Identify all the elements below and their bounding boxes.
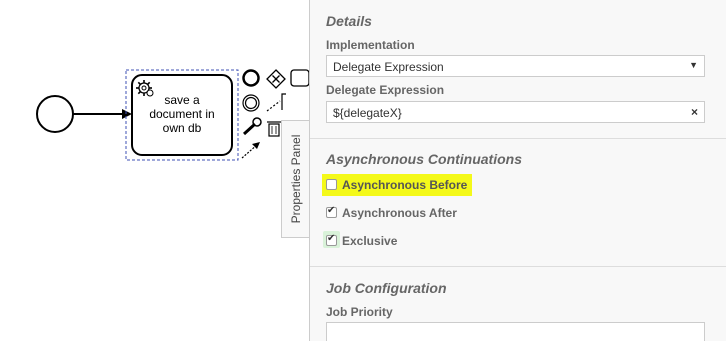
async-after-row[interactable]: Asynchronous After	[326, 205, 526, 223]
append-intermediate-event-icon[interactable]	[242, 94, 260, 112]
append-task-icon[interactable]	[290, 69, 310, 87]
wrench-icon[interactable]	[242, 117, 262, 136]
start-event[interactable]	[36, 95, 74, 133]
async-before-row[interactable]: Asynchronous Before	[322, 174, 526, 196]
implementation-select-value: Delegate Expression	[333, 60, 444, 74]
async-before-checkbox[interactable]	[326, 179, 337, 190]
task-label-line2: document in	[149, 107, 214, 121]
details-group: Details Implementation Delegate Expressi…	[310, 0, 726, 138]
connect-icon[interactable]	[241, 142, 260, 159]
properties-panel-toggle[interactable]: Properties Panel	[281, 120, 310, 238]
async-after-checkbox[interactable]	[326, 205, 337, 218]
task-label-line1: save a	[164, 93, 200, 107]
task-label-line3: own db	[163, 121, 202, 135]
job-configuration-group: Job Configuration Job Priority	[310, 266, 726, 341]
async-after-label: Asynchronous After	[342, 206, 457, 220]
bpmn-canvas[interactable]: save a document in own db	[0, 0, 310, 341]
delegate-expression-value: ${delegateX}	[333, 106, 402, 120]
trash-icon[interactable]	[267, 121, 281, 137]
chevron-down-icon: ▼	[689, 60, 698, 70]
async-before-label: Asynchronous Before	[342, 178, 468, 192]
delegate-expression-label: Delegate Expression	[326, 83, 445, 97]
delegate-expression-input[interactable]: ${delegateX} ×	[326, 101, 705, 123]
exclusive-checkbox[interactable]	[326, 233, 337, 246]
sequence-flow[interactable]	[73, 109, 132, 119]
implementation-select[interactable]: Delegate Expression ▼	[326, 55, 705, 77]
append-gateway-icon[interactable]	[266, 69, 286, 89]
job-priority-label: Job Priority	[326, 305, 393, 319]
properties-panel-toggle-label: Properties Panel	[289, 134, 303, 224]
properties-panel: Details Implementation Delegate Expressi…	[309, 0, 726, 341]
clear-icon[interactable]: ×	[691, 105, 698, 119]
details-title: Details	[326, 13, 372, 29]
exclusive-label: Exclusive	[342, 234, 398, 248]
exclusive-row[interactable]: Exclusive	[323, 231, 526, 251]
job-configuration-title: Job Configuration	[326, 280, 447, 296]
job-priority-input[interactable]	[326, 322, 705, 341]
implementation-label: Implementation	[326, 38, 415, 52]
async-group: Asynchronous Continuations Asynchronous …	[310, 138, 726, 269]
async-title: Asynchronous Continuations	[326, 151, 522, 167]
append-text-annotation-icon[interactable]	[266, 93, 286, 112]
append-end-event-icon[interactable]	[242, 69, 260, 87]
